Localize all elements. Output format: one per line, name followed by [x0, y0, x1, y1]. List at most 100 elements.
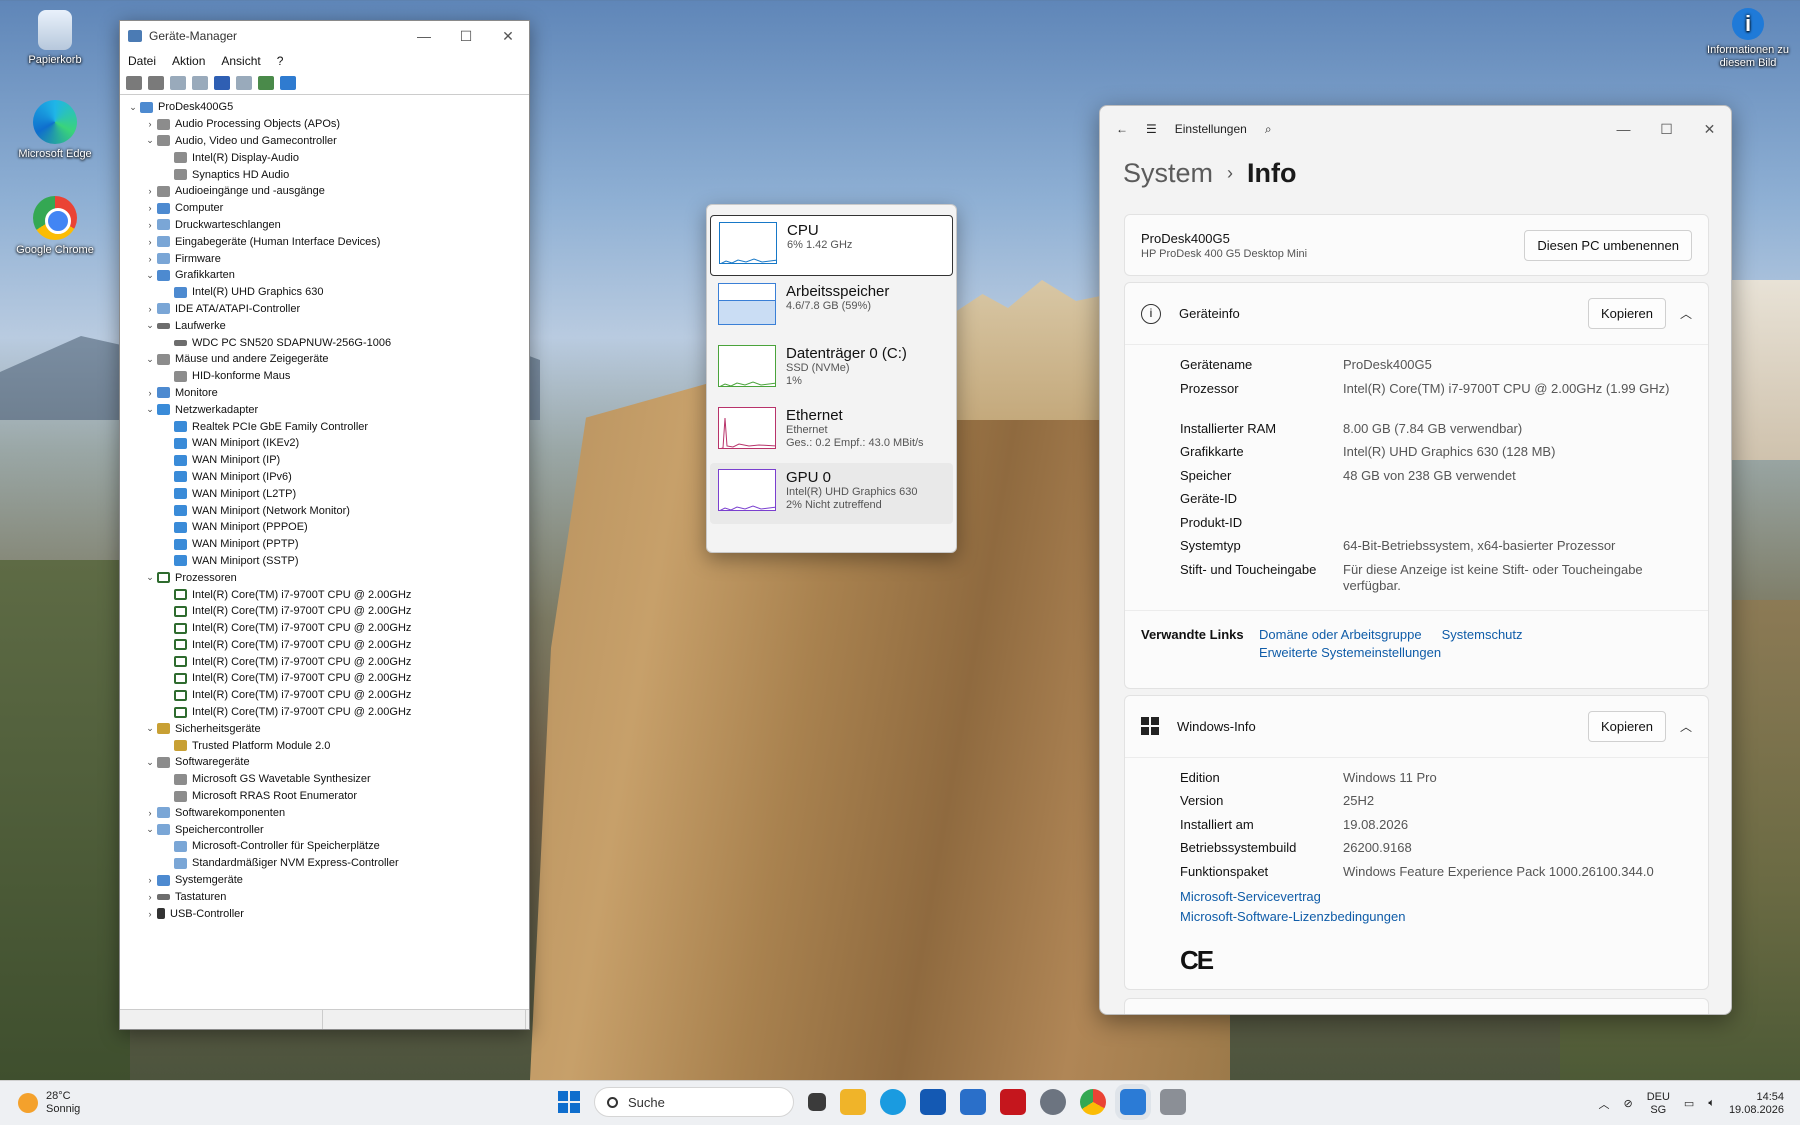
chevron-down-icon[interactable]: ⌄: [143, 354, 157, 365]
tree-item[interactable]: Microsoft-Controller für Speicherplätze: [120, 838, 529, 855]
tree-item[interactable]: ⌄ Grafikkarten: [120, 267, 529, 284]
chevron-up-icon[interactable]: ︿: [1680, 718, 1692, 735]
task-manager-icon[interactable]: [1120, 1089, 1146, 1115]
copy-windows-info-button[interactable]: Kopieren: [1587, 710, 1666, 742]
help-icon[interactable]: [214, 75, 230, 90]
tree-item[interactable]: Intel(R) Core(TM) i7-9700T CPU @ 2.00GHz: [120, 670, 529, 687]
hamburger-menu-icon[interactable]: ☰: [1146, 122, 1157, 136]
tree-item[interactable]: Intel(R) Core(TM) i7-9700T CPU @ 2.00GHz: [120, 704, 529, 721]
back-arrow-icon[interactable]: ←: [1116, 122, 1128, 136]
advanced-settings-link[interactable]: Erweiterte Systemeinstellungen: [1259, 645, 1441, 660]
pdf-icon[interactable]: [1000, 1089, 1026, 1115]
tree-item[interactable]: › Audioeingänge und -ausgänge: [120, 183, 529, 200]
search-box[interactable]: Suche: [594, 1087, 794, 1117]
tree-item[interactable]: › Computer: [120, 200, 529, 217]
tree-item[interactable]: WAN Miniport (IP): [120, 452, 529, 469]
tree-item[interactable]: › USB-Controller: [120, 905, 529, 922]
tree-item[interactable]: Intel(R) Core(TM) i7-9700T CPU @ 2.00GHz: [120, 620, 529, 637]
volume-icon[interactable]: 🔈︎: [1708, 1097, 1715, 1110]
close-button[interactable]: ✕: [1688, 121, 1731, 138]
perf-item[interactable]: Datenträger 0 (C:) SSD (NVMe) 1%: [710, 339, 953, 400]
tree-item[interactable]: › IDE ATA/ATAPI-Controller: [120, 301, 529, 318]
menu-file[interactable]: Datei: [128, 54, 156, 68]
chevron-right-icon[interactable]: ›: [143, 237, 157, 247]
perf-item[interactable]: CPU 6% 1.42 GHz: [710, 215, 953, 276]
chevron-down-icon[interactable]: ⌄: [143, 320, 157, 331]
tree-item[interactable]: HID-konforme Maus: [120, 368, 529, 385]
tree-item[interactable]: › Tastaturen: [120, 888, 529, 905]
menu-view[interactable]: Ansicht: [221, 54, 260, 68]
chevron-down-icon[interactable]: ⌄: [143, 723, 157, 734]
tree-item[interactable]: ⌄ Speichercontroller: [120, 821, 529, 838]
properties-icon[interactable]: [170, 75, 186, 90]
tree-item[interactable]: WAN Miniport (PPPOE): [120, 519, 529, 536]
tree-item[interactable]: Synaptics HD Audio: [120, 166, 529, 183]
tree-item[interactable]: ⌄ ProDesk400G5: [120, 99, 529, 116]
tree-item[interactable]: Intel(R) Core(TM) i7-9700T CPU @ 2.00GHz: [120, 653, 529, 670]
tree-item[interactable]: WAN Miniport (SSTP): [120, 553, 529, 570]
tree-item[interactable]: › Eingabegeräte (Human Interface Devices): [120, 233, 529, 250]
license-terms-link[interactable]: Microsoft-Software-Lizenzbedingungen: [1180, 907, 1708, 927]
chevron-right-icon[interactable]: ›: [143, 892, 157, 902]
chevron-down-icon[interactable]: ⌄: [143, 404, 157, 415]
display-icon[interactable]: ▭: [1684, 1097, 1694, 1110]
tree-item[interactable]: Microsoft RRAS Root Enumerator: [120, 788, 529, 805]
device-manager-icon[interactable]: [1160, 1089, 1186, 1115]
perf-item[interactable]: Arbeitsspeicher 4.6/7.8 GB (59%): [710, 277, 953, 338]
tree-item[interactable]: Trusted Platform Module 2.0: [120, 737, 529, 754]
tree-item[interactable]: Realtek PCIe GbE Family Controller: [120, 418, 529, 435]
store-icon[interactable]: [920, 1089, 946, 1115]
tree-item[interactable]: WAN Miniport (PPTP): [120, 536, 529, 553]
edge-icon[interactable]: [880, 1089, 906, 1115]
tree-item[interactable]: WDC PC SN520 SDAPNUW-256G-1006: [120, 334, 529, 351]
chevron-down-icon[interactable]: ⌄: [143, 757, 157, 768]
desktop-icon-edge[interactable]: Microsoft Edge: [10, 100, 100, 160]
desktop-icon-image-info[interactable]: i Informationen zu diesem Bild: [1699, 8, 1797, 70]
chevron-right-icon[interactable]: ›: [143, 119, 157, 129]
minimize-button[interactable]: —: [1602, 121, 1645, 138]
menu-help[interactable]: ?: [277, 54, 284, 68]
chevron-up-icon[interactable]: ︿: [1680, 305, 1692, 322]
chevron-right-icon[interactable]: ›: [143, 388, 157, 398]
tree-item[interactable]: › Druckwarteschlangen: [120, 217, 529, 234]
desktop-icon-recycle-bin[interactable]: Papierkorb: [10, 10, 100, 66]
tree-item[interactable]: Intel(R) Core(TM) i7-9700T CPU @ 2.00GHz: [120, 637, 529, 654]
desktop-icon-chrome[interactable]: Google Chrome: [10, 196, 100, 256]
chevron-down-icon[interactable]: ⌄: [143, 135, 157, 146]
settings-titlebar[interactable]: ← ☰ Einstellungen ⌕ — ☐ ✕: [1100, 106, 1731, 152]
chevron-right-icon[interactable]: ›: [143, 254, 157, 264]
maximize-button[interactable]: ☐: [1645, 121, 1688, 138]
tree-item[interactable]: ⌄ Netzwerkadapter: [120, 401, 529, 418]
tree-item[interactable]: › Firmware: [120, 250, 529, 267]
search-icon[interactable]: ⌕: [1265, 122, 1272, 137]
tree-item[interactable]: ⌄ Mäuse und andere Zeigegeräte: [120, 351, 529, 368]
service-agreement-link[interactable]: Microsoft-Servicevertrag: [1180, 887, 1708, 907]
chrome-icon[interactable]: [1080, 1089, 1106, 1115]
device-info-header[interactable]: i Geräteinfo Kopieren ︿: [1125, 283, 1708, 345]
network-off-icon[interactable]: ⊘: [1623, 1097, 1632, 1110]
task-view-icon[interactable]: [808, 1093, 826, 1111]
clock[interactable]: 14:54 19.08.2026: [1729, 1091, 1784, 1117]
tree-item[interactable]: ⌄ Laufwerke: [120, 317, 529, 334]
tree-item[interactable]: Standardmäßiger NVM Express-Controller: [120, 855, 529, 872]
tree-item[interactable]: ⌄ Sicherheitsgeräte: [120, 720, 529, 737]
breadcrumb-system[interactable]: System: [1123, 158, 1213, 189]
tree-item[interactable]: › Monitore: [120, 385, 529, 402]
tree-item[interactable]: Microsoft GS Wavetable Synthesizer: [120, 771, 529, 788]
close-button[interactable]: ✕: [487, 28, 529, 45]
perf-item[interactable]: Ethernet Ethernet Ges.: 0.2 Empf.: 43.0 MB…: [710, 401, 953, 462]
tree-item[interactable]: WAN Miniport (IPv6): [120, 469, 529, 486]
tree-item[interactable]: ⌄ Audio, Video und Gamecontroller: [120, 133, 529, 150]
maximize-button[interactable]: ☐: [445, 28, 487, 45]
chevron-right-icon[interactable]: ›: [143, 808, 157, 818]
file-explorer-icon[interactable]: [840, 1089, 866, 1115]
chevron-down-icon[interactable]: ⌄: [143, 824, 157, 835]
language-indicator[interactable]: DEU SG: [1647, 1091, 1670, 1117]
tree-item[interactable]: › Softwarekomponenten: [120, 804, 529, 821]
tree-item[interactable]: ⌄ Prozessoren: [120, 569, 529, 586]
update-driver-icon[interactable]: [192, 75, 208, 90]
tree-item[interactable]: WAN Miniport (L2TP): [120, 485, 529, 502]
tree-item[interactable]: Intel(R) Core(TM) i7-9700T CPU @ 2.00GHz: [120, 603, 529, 620]
device-manager-titlebar[interactable]: Geräte-Manager — ☐ ✕: [120, 21, 529, 51]
tree-item[interactable]: Intel(R) UHD Graphics 630: [120, 284, 529, 301]
